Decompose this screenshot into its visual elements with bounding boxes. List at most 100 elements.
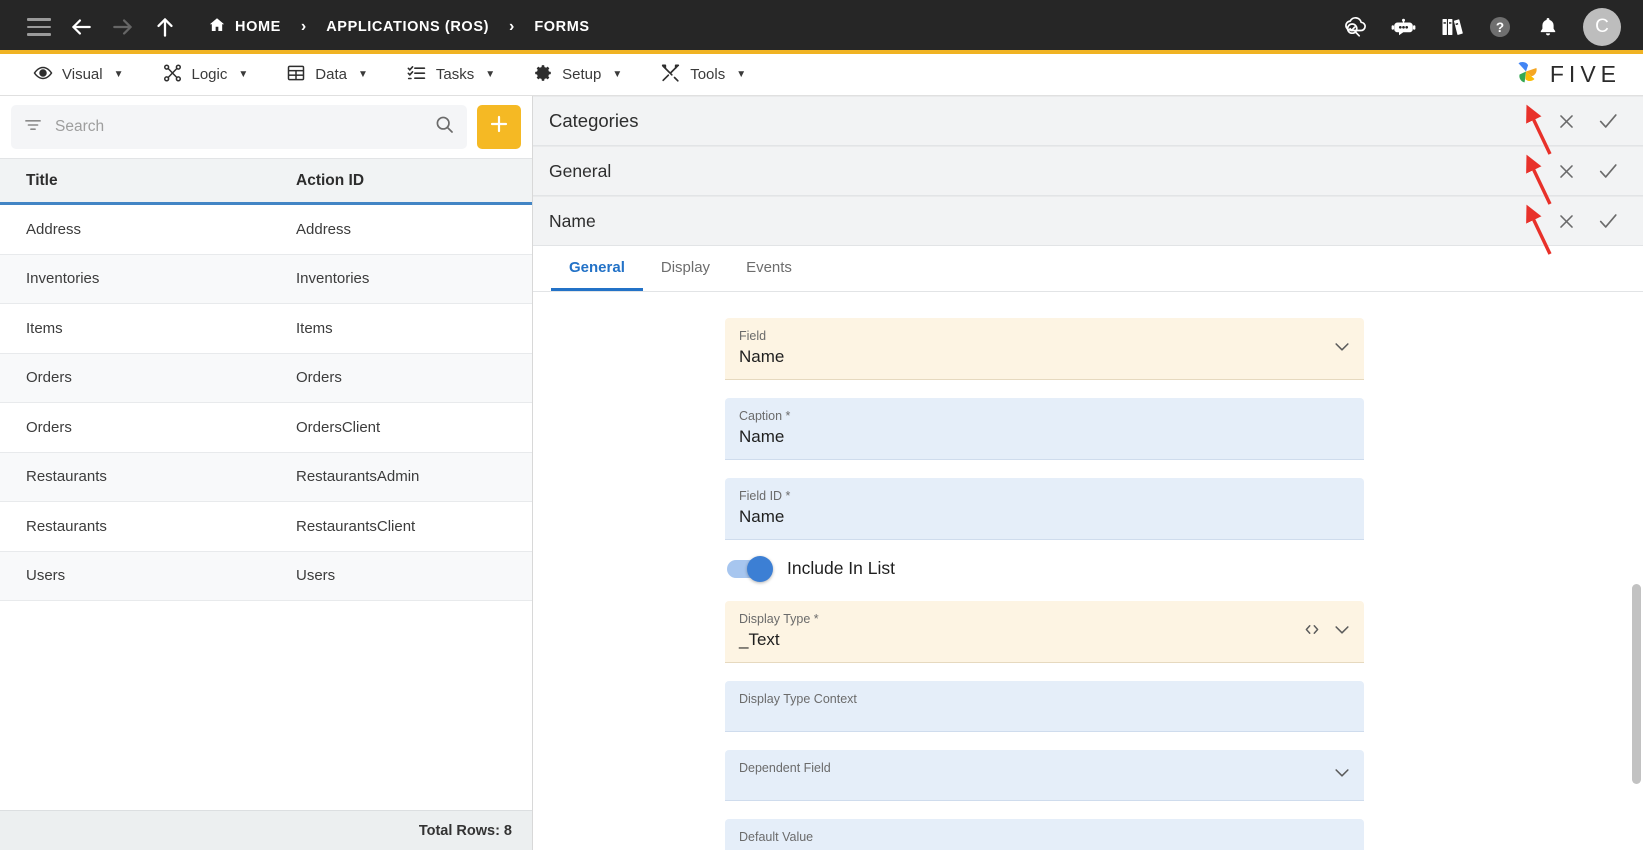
top-navigation-bar: HOME › APPLICATIONS (ROS) › FORMS ? C xyxy=(0,0,1643,54)
eye-icon xyxy=(33,63,53,87)
breadcrumb-item-home[interactable]: HOME xyxy=(194,16,295,38)
status-bar: Total Rows: 8 xyxy=(0,810,532,850)
total-rows-label: Total Rows: 8 xyxy=(418,822,512,839)
field-default-value[interactable]: Default Value xyxy=(725,819,1364,850)
cell-action-id: Items xyxy=(296,319,333,337)
help-icon[interactable]: ? xyxy=(1483,7,1517,47)
menu-label-tasks: Tasks xyxy=(435,66,475,83)
table-row[interactable]: Items Items xyxy=(0,304,532,354)
editor-tabs: General Display Events xyxy=(533,246,1643,292)
cloud-check-icon[interactable] xyxy=(1339,7,1373,47)
field-icons xyxy=(1332,763,1352,788)
table-row[interactable]: Address Address xyxy=(0,205,532,255)
cell-action-id: RestaurantsAdmin xyxy=(296,468,420,486)
tab-display[interactable]: Display xyxy=(643,246,728,291)
menu-item-data[interactable]: Data ▼ xyxy=(267,54,387,96)
breadcrumb: HOME › APPLICATIONS (ROS) › FORMS xyxy=(194,16,604,38)
include-in-list-label: Include In List xyxy=(787,558,895,578)
menu-item-setup[interactable]: Setup ▼ xyxy=(514,54,641,96)
breadcrumb-item-applications[interactable]: APPLICATIONS (ROS) xyxy=(312,19,503,35)
user-avatar[interactable]: C xyxy=(1583,8,1621,46)
forward-arrow-icon[interactable] xyxy=(102,7,144,47)
field-caption[interactable]: Caption * Name xyxy=(725,398,1364,460)
check-icon[interactable] xyxy=(1595,108,1621,134)
table-row[interactable]: Inventories Inventories xyxy=(0,254,532,304)
field-field-id[interactable]: Field ID * Name xyxy=(725,478,1364,540)
search-icon[interactable] xyxy=(434,114,455,140)
check-icon[interactable] xyxy=(1595,158,1621,184)
include-in-list-toggle[interactable] xyxy=(727,555,773,582)
panel-actions-name xyxy=(1553,208,1643,234)
close-icon[interactable] xyxy=(1553,158,1579,184)
field-dependent-field[interactable]: Dependent Field xyxy=(725,750,1364,801)
chevron-down-icon[interactable] xyxy=(1332,619,1352,644)
chevron-down-icon: ▼ xyxy=(485,69,496,80)
brand-name: FIVE xyxy=(1549,61,1621,87)
table-row[interactable]: Orders OrdersClient xyxy=(0,403,532,453)
menu-item-tasks[interactable]: Tasks ▼ xyxy=(387,54,514,96)
menu-item-logic[interactable]: Logic ▼ xyxy=(143,54,268,96)
cell-title: Orders xyxy=(26,369,72,387)
search-input[interactable] xyxy=(55,118,422,136)
field-value: Name xyxy=(739,507,785,526)
breadcrumb-label-forms: FORMS xyxy=(534,19,590,35)
plus-icon xyxy=(487,112,511,142)
field-label: Field ID * xyxy=(739,489,791,503)
panel-header-general: General xyxy=(533,146,1643,196)
logic-nodes-icon xyxy=(162,63,183,87)
field-value: Name xyxy=(739,427,785,446)
panel-title-categories: Categories xyxy=(549,110,639,131)
include-in-list-row: Include In List xyxy=(727,555,1364,582)
five-pinwheel-logo-icon xyxy=(1511,57,1541,92)
top-right-actions: ? C xyxy=(1339,7,1621,47)
up-arrow-icon[interactable] xyxy=(144,7,186,47)
cell-action-id: Orders xyxy=(296,369,342,387)
column-header-action-id[interactable]: Action ID xyxy=(270,172,364,190)
chevron-down-icon[interactable] xyxy=(1332,763,1352,788)
application-window: HOME › APPLICATIONS (ROS) › FORMS ? C Vi… xyxy=(0,0,1643,850)
breadcrumb-label-home: HOME xyxy=(235,19,281,35)
menu-label-data: Data xyxy=(315,66,347,83)
chevron-down-icon[interactable] xyxy=(1332,336,1352,361)
robot-chat-icon[interactable] xyxy=(1387,7,1421,47)
form-fields-area: Field Name Caption * Name Field ID * Nam… xyxy=(533,292,1643,850)
tab-events[interactable]: Events xyxy=(728,246,810,291)
menu-label-setup: Setup xyxy=(562,66,602,83)
field-display-type[interactable]: Display Type * _Text xyxy=(725,601,1364,663)
menu-item-tools[interactable]: Tools ▼ xyxy=(641,54,765,96)
close-icon[interactable] xyxy=(1553,108,1579,134)
field-icons xyxy=(1302,619,1352,644)
table-row[interactable]: Restaurants RestaurantsClient xyxy=(0,502,532,552)
code-brackets-icon[interactable] xyxy=(1302,620,1322,643)
books-icon[interactable] xyxy=(1435,7,1469,47)
add-form-button[interactable] xyxy=(477,105,521,149)
field-display-type-context[interactable]: Display Type Context xyxy=(725,681,1364,732)
check-icon[interactable] xyxy=(1595,208,1621,234)
search-box[interactable] xyxy=(11,105,467,149)
column-header-title[interactable]: Title xyxy=(0,172,270,190)
breadcrumb-item-forms[interactable]: FORMS xyxy=(520,19,603,35)
cell-title: Restaurants xyxy=(26,468,107,486)
hamburger-menu-icon[interactable] xyxy=(18,7,60,47)
brand-logo: FIVE xyxy=(1511,57,1643,92)
field-value: _Text xyxy=(739,630,780,649)
close-icon[interactable] xyxy=(1553,208,1579,234)
field-field[interactable]: Field Name xyxy=(725,318,1364,380)
table-row[interactable]: Users Users xyxy=(0,551,532,601)
bell-icon[interactable] xyxy=(1531,7,1565,47)
table-row[interactable]: Restaurants RestaurantsAdmin xyxy=(0,452,532,502)
cell-title: Items xyxy=(26,319,63,337)
table-row[interactable]: Orders Orders xyxy=(0,353,532,403)
field-label: Default Value xyxy=(739,830,814,844)
menu-label-tools: Tools xyxy=(690,66,726,83)
cell-title: Users xyxy=(26,567,66,585)
vertical-scrollbar[interactable] xyxy=(1632,584,1641,844)
table-rows: Address Address Inventories Inventories Item… xyxy=(0,205,532,810)
scrollbar-thumb[interactable] xyxy=(1632,584,1641,784)
panel-actions-categories xyxy=(1553,108,1643,134)
menu-item-visual[interactable]: Visual ▼ xyxy=(14,54,143,96)
back-arrow-icon[interactable] xyxy=(60,7,102,47)
filter-icon[interactable] xyxy=(23,115,43,140)
panel-title-name: Name xyxy=(549,210,596,231)
tab-general[interactable]: General xyxy=(551,246,643,291)
